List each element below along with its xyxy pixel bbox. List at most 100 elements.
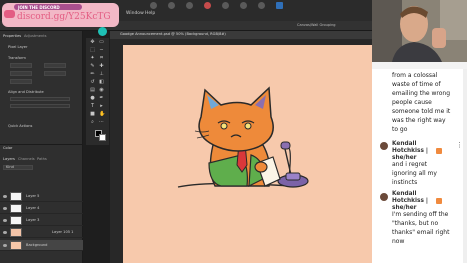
layer-row[interactable]: Layer 105 1 — [0, 227, 83, 238]
webcam-feed — [372, 0, 467, 62]
layer-name: Background — [26, 243, 48, 247]
artboard-tool-icon[interactable]: ▭ — [99, 40, 104, 45]
width-field[interactable] — [10, 63, 32, 68]
gradient-tool-icon[interactable]: ▤ — [90, 88, 95, 93]
angle-field[interactable] — [10, 79, 32, 84]
history-brush-icon[interactable]: ↺ — [90, 80, 95, 85]
layer-row[interactable]: Layer 3 — [0, 215, 83, 226]
chat-message-line: I'm sending off the — [392, 211, 449, 218]
layer-thumbnail — [10, 192, 22, 201]
moderator-badge-icon — [436, 198, 442, 204]
align-buttons[interactable] — [10, 97, 70, 101]
chat-message-line: and i regret — [392, 161, 427, 168]
marquee-tool-icon[interactable]: ⬚ — [90, 48, 95, 53]
visibility-eye-icon[interactable] — [3, 195, 7, 198]
screen: { "banner": { "join_text": "JOIN THE DIS… — [0, 0, 467, 263]
hand-tool-icon[interactable]: ✋ — [99, 112, 105, 117]
transform-section[interactable]: Transform — [8, 56, 26, 60]
record-icon[interactable] — [204, 2, 211, 9]
menu-help[interactable]: Help — [145, 11, 155, 16]
tab-layers[interactable]: Layers — [3, 157, 15, 161]
discord-logo-icon — [4, 10, 15, 18]
eraser-tool-icon[interactable]: ◧ — [99, 80, 104, 85]
dodge-tool-icon[interactable]: ● — [90, 96, 95, 101]
chat-message-line: emailing the wrong — [392, 90, 451, 97]
distribute-buttons[interactable] — [10, 104, 70, 108]
layer-row[interactable]: Layer 5 — [0, 191, 83, 202]
browser-icon[interactable] — [222, 2, 229, 9]
more-tools-icon[interactable]: ⋯ — [99, 120, 104, 125]
moderator-badge-icon — [436, 148, 442, 154]
chat-message-line: "thanks, but no — [392, 220, 439, 227]
browser-icon[interactable] — [168, 2, 175, 9]
layer-row-selected[interactable]: Background — [0, 240, 83, 251]
artboard[interactable] — [123, 45, 372, 263]
visibility-eye-icon[interactable] — [3, 219, 7, 222]
chat-message-line: someone told me it — [392, 108, 451, 115]
chat-message-line: instincts — [392, 179, 418, 186]
browser-icon[interactable] — [150, 2, 157, 9]
lasso-tool-icon[interactable]: ∽ — [99, 48, 104, 53]
x-field[interactable] — [10, 71, 32, 76]
photoshop-icon[interactable] — [276, 2, 283, 9]
teal-round-button[interactable] — [98, 27, 107, 36]
tab-adjustments[interactable]: Adjustments — [24, 34, 47, 38]
layer-name: Layer 3 — [26, 218, 40, 222]
chat-message-line: people cause — [392, 99, 432, 106]
background-color-swatch[interactable] — [99, 134, 106, 141]
magic-wand-icon[interactable]: ✦ — [90, 56, 95, 61]
message-menu-icon[interactable]: ⋮ — [456, 141, 463, 149]
toolbar-panel: ✥ ▭ ⬚ ∽ ✦ ⌗ ✎ ✚ ✏ ⊥ ↺ ◧ ▤ ◉ ● ✒ T ▸ ■ ✋ … — [86, 38, 109, 145]
zoom-tool-icon[interactable]: ⌕ — [90, 120, 95, 125]
height-field[interactable] — [44, 63, 66, 68]
layer-row[interactable]: Layer 4 — [0, 203, 83, 214]
layer-name: Layer 4 — [26, 206, 40, 210]
align-section[interactable]: Align and Distribute — [8, 90, 44, 94]
browser-icon[interactable] — [258, 2, 265, 9]
filter-kind-label: Kind — [6, 165, 14, 169]
eyedropper-icon[interactable]: ✎ — [90, 64, 95, 69]
chat-scrollbar[interactable] — [463, 69, 467, 263]
avatar[interactable] — [380, 142, 388, 150]
tab-properties[interactable]: Properties — [3, 34, 21, 38]
stamp-tool-icon[interactable]: ⊥ — [99, 72, 104, 77]
visibility-eye-icon[interactable] — [3, 207, 7, 210]
chat-message-line: thanks" email right — [392, 229, 450, 236]
banner-invite-link[interactable]: discord.gg/Y25KcTG — [17, 12, 111, 22]
pen-tool-icon[interactable]: ✒ — [99, 96, 104, 101]
move-tool-icon[interactable]: ✥ — [90, 40, 95, 45]
browser-icon[interactable] — [240, 2, 247, 9]
layer-thumbnail — [10, 241, 22, 250]
pixel-layer-label: Pixel Layer — [8, 45, 28, 49]
chat-message-line: now — [392, 238, 405, 245]
type-tool-icon[interactable]: T — [90, 104, 95, 109]
chat-message-line: was the right way — [392, 117, 446, 124]
brush-tool-icon[interactable]: ✏ — [90, 72, 95, 77]
layer-name: Layer 5 — [26, 194, 40, 198]
tab-channels[interactable]: Channels — [18, 157, 35, 161]
menu-window[interactable]: Window — [126, 11, 144, 16]
path-select-icon[interactable]: ▸ — [99, 104, 104, 109]
color-panel-label[interactable]: Color — [3, 146, 12, 150]
visibility-eye-icon[interactable] — [3, 244, 7, 247]
shape-tool-icon[interactable]: ■ — [90, 112, 95, 117]
layer-thumbnail — [10, 216, 22, 225]
chat-message-line: waste of time of — [392, 81, 441, 88]
streamer-figure — [372, 0, 467, 62]
browser-icon[interactable] — [186, 2, 193, 9]
y-field[interactable] — [44, 71, 66, 76]
blur-tool-icon[interactable]: ◉ — [99, 88, 104, 93]
chat-message-line: to go — [392, 126, 408, 133]
layer-thumbnail — [10, 228, 22, 237]
layer-name: Layer 105 1 — [52, 230, 74, 234]
avatar[interactable] — [380, 193, 388, 201]
banner-join-text: JOIN THE DISCORD — [18, 4, 60, 10]
tab-paths[interactable]: Paths — [37, 157, 47, 161]
healing-brush-icon[interactable]: ✚ — [99, 64, 104, 69]
chat-message-line: ignoring all my — [392, 170, 437, 177]
layer-thumbnail — [10, 204, 22, 213]
visibility-eye-icon[interactable] — [3, 231, 7, 234]
quick-actions-section[interactable]: Quick Actions — [8, 124, 32, 128]
crop-tool-icon[interactable]: ⌗ — [99, 56, 104, 61]
options-label[interactable]: Canvas/Wall Grouping — [297, 23, 336, 27]
